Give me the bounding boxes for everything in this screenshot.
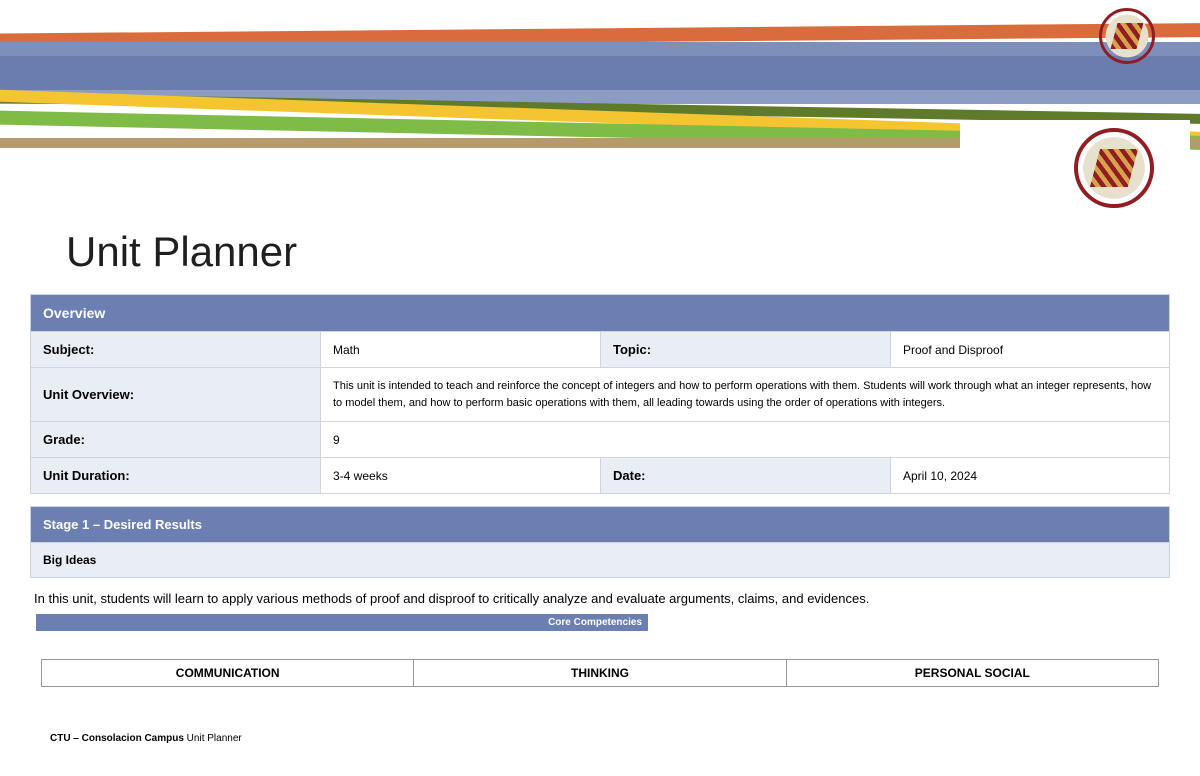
date-label: Date: <box>601 458 891 494</box>
footer-doc: Unit Planner <box>184 733 242 744</box>
competency-personal-social: PERSONAL SOCIAL <box>786 660 1158 687</box>
subject-value: Math <box>321 332 601 368</box>
emblem-icon <box>1074 128 1154 208</box>
unit-overview-value: This unit is intended to teach and reinf… <box>321 368 1170 422</box>
competencies-table: COMMUNICATION THINKING PERSONAL SOCIAL <box>41 659 1159 687</box>
grade-label: Grade: <box>31 422 321 458</box>
duration-label: Unit Duration: <box>31 458 321 494</box>
topic-value: Proof and Disproof <box>891 332 1170 368</box>
big-ideas-heading: Big Ideas <box>31 543 1170 578</box>
competency-thinking: THINKING <box>414 660 786 687</box>
school-logo-large <box>1064 128 1164 208</box>
page-title: Unit Planner <box>66 228 1200 276</box>
unit-overview-label: Unit Overview: <box>31 368 321 422</box>
band-blue <box>0 42 1200 56</box>
date-value: April 10, 2024 <box>891 458 1170 494</box>
competency-communication: COMMUNICATION <box>42 660 414 687</box>
footer-campus: CTU – Consolacion Campus <box>50 733 184 744</box>
subject-label: Subject: <box>31 332 321 368</box>
overview-table: Overview Subject: Math Topic: Proof and … <box>30 294 1170 494</box>
grade-value: 9 <box>321 422 1170 458</box>
stage1-table: Stage 1 – Desired Results Big Ideas <box>30 506 1170 578</box>
core-competencies-heading: Core Competencies <box>36 614 648 631</box>
emblem-icon <box>1099 8 1155 64</box>
band-blue <box>0 56 1200 90</box>
footer: CTU – Consolacion Campus Unit Planner <box>50 733 242 744</box>
duration-value: 3-4 weeks <box>321 458 601 494</box>
overview-heading: Overview <box>31 295 1170 332</box>
big-ideas-text: In this unit, students will learn to app… <box>30 590 1170 608</box>
stage1-heading: Stage 1 – Desired Results <box>31 507 1170 543</box>
topic-label: Topic: <box>601 332 891 368</box>
school-logo-small <box>1082 6 1172 66</box>
